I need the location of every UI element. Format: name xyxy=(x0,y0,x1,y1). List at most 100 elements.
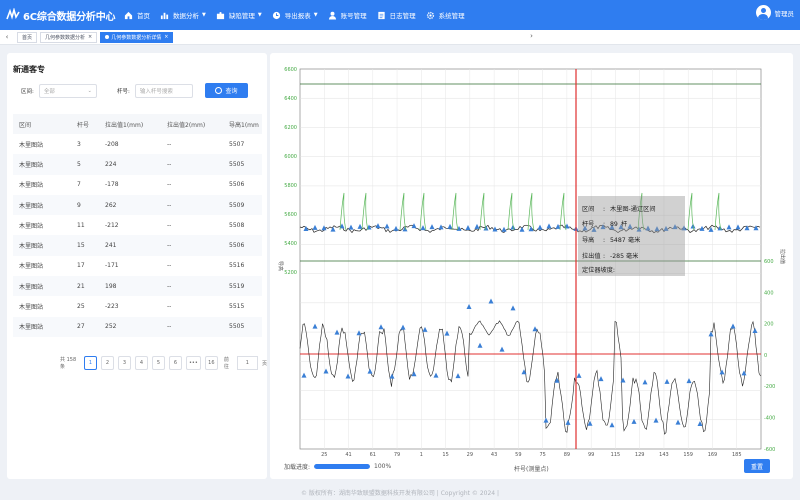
tab-geometry-analysis-detail[interactable]: 几何参数数据分析详情 × xyxy=(100,31,174,43)
x-tick-label: 89 xyxy=(564,452,570,458)
tooltip-locator-label: 定位器坡度: xyxy=(582,266,615,274)
tab-scroll-left-icon[interactable]: ‹ xyxy=(0,33,14,41)
nav-system-management[interactable]: 系统管理 xyxy=(426,10,465,20)
close-icon[interactable]: × xyxy=(88,34,92,40)
height-marker xyxy=(312,224,318,230)
close-icon[interactable]: × xyxy=(164,34,168,40)
tooltip-stagger-unit: 毫米 xyxy=(626,252,638,260)
stagger-line xyxy=(299,320,761,435)
table-row[interactable]: 木里图站 21 198 -- 5519 xyxy=(13,276,262,297)
pagination-page[interactable]: 1 xyxy=(83,356,97,370)
left-tick-label: 6600 xyxy=(284,67,297,73)
column-header-stagger-1[interactable]: 拉出值1(mm) xyxy=(99,114,161,134)
main-nav: 首页 数据分析 ▼ 缺陷管理 ▼ 导出报表 ▼ 账号管理 日志管理 系统管理 xyxy=(118,0,465,30)
table-row[interactable]: 木里图站 5 224 -- 5505 xyxy=(13,154,262,175)
chevron-down-icon: ▼ xyxy=(257,12,262,18)
tab-geometry-analysis-detail-label: 几何参数数据分析详情 xyxy=(111,34,162,41)
table-cell: 5509 xyxy=(223,194,262,216)
nav-account-management[interactable]: 账号管理 xyxy=(328,10,367,20)
section-select[interactable]: 全部 ⌄ xyxy=(38,84,97,98)
height-spike xyxy=(361,192,369,231)
tooltip-section-value: 木里图-通辽区间 xyxy=(610,205,656,213)
pagination-page[interactable]: 2 xyxy=(100,356,114,370)
table-row[interactable]: 木里图站 27 252 -- 5505 xyxy=(13,316,262,337)
table-cell: -208 xyxy=(105,140,119,148)
nav-defect-management-label: 缺陷管理 xyxy=(228,12,255,20)
stagger-marker xyxy=(301,372,307,378)
table-row[interactable]: 木里图站 3 -208 -- 5507 xyxy=(13,134,262,154)
left-tick-label: 5400 xyxy=(284,241,297,247)
nav-home[interactable]: 首页 xyxy=(124,10,150,20)
x-axis-title: 杆号(测量点) xyxy=(514,465,549,473)
column-header-section[interactable]: 区间 xyxy=(13,114,71,134)
table-cell: 5505 xyxy=(223,316,262,337)
bar-chart-icon xyxy=(160,12,169,19)
column-header-stagger-2[interactable]: 拉出值2(mm) xyxy=(161,114,223,134)
stagger-marker xyxy=(389,373,395,379)
table-row[interactable]: 木里图站 17 -171 -- 5516 xyxy=(13,256,262,276)
nav-log-management[interactable]: 日志管理 xyxy=(377,10,416,20)
stagger-marker xyxy=(598,376,604,382)
table-row[interactable]: 木里图站 15 241 -- 5506 xyxy=(13,235,262,256)
user-menu[interactable]: 管理员 xyxy=(755,5,794,20)
pagination-ellipsis[interactable]: ••• xyxy=(185,356,201,370)
table-cell: 5508 xyxy=(229,221,245,229)
table-cell: -171 xyxy=(105,262,119,270)
height-marker xyxy=(555,223,561,229)
stagger-marker xyxy=(576,372,582,378)
height-spike xyxy=(687,192,695,231)
pagination-page[interactable]: 16 xyxy=(204,356,218,370)
left-tick-label: 6400 xyxy=(284,96,297,102)
tab-bar: ‹ 首页 几何参数数据分析 × 几何参数数据分析详情 × › xyxy=(0,30,800,45)
table-cell: 木里图站 xyxy=(19,304,44,312)
table-row[interactable]: 木里图站 9 262 -- 5509 xyxy=(13,194,262,216)
stagger-marker xyxy=(653,417,659,423)
reset-button[interactable]: 重置 xyxy=(744,459,770,473)
table-cell: -- xyxy=(167,221,172,229)
nav-data-analysis[interactable]: 数据分析 ▼ xyxy=(160,10,206,20)
height-spike xyxy=(451,192,459,231)
stagger-marker xyxy=(664,378,670,384)
x-tick-label: 75 xyxy=(539,452,545,458)
tab-geometry-analysis-label: 几何参数数据分析 xyxy=(45,34,86,41)
table-row[interactable]: 木里图站 11 -212 -- 5508 xyxy=(13,215,262,235)
table-cell: -- xyxy=(167,140,172,148)
pagination-page[interactable]: 6 xyxy=(168,356,182,370)
pagination-page[interactable]: 4 xyxy=(134,356,148,370)
right-tick-label: -200 xyxy=(764,384,775,390)
height-marker xyxy=(393,225,399,231)
app-logo[interactable]: 6C综合数据分析中心 xyxy=(0,8,118,23)
table-cell: 198 xyxy=(99,276,161,297)
column-header-pole[interactable]: 杆号 xyxy=(71,114,99,134)
table-row[interactable]: 木里图站 7 -178 -- 5506 xyxy=(13,175,262,195)
tab-scroll-right-icon[interactable]: › xyxy=(270,32,793,40)
tab-home[interactable]: 首页 xyxy=(17,31,38,43)
pagination-goto-input[interactable]: 1 xyxy=(236,356,258,370)
pole-search-input[interactable]: 输入杆号搜索 xyxy=(134,84,193,98)
geometry-chart[interactable]: 6600 6400 6200 6000 5800 5600 5400 5200 600 400 2… xyxy=(270,53,793,479)
gear-icon xyxy=(426,11,434,19)
nav-export-report[interactable]: 导出报表 ▼ xyxy=(272,10,318,20)
table-cell: 5507 xyxy=(229,140,245,148)
pagination-page[interactable]: 3 xyxy=(117,356,131,370)
pagination-page[interactable]: 5 xyxy=(151,356,165,370)
stagger-marker xyxy=(345,373,351,379)
section-filter: 区间: 全部 ⌄ xyxy=(21,83,97,99)
nav-defect-management[interactable]: 缺陷管理 ▼ xyxy=(216,10,262,20)
query-button[interactable]: 查询 xyxy=(205,83,248,98)
table-cell: 9 xyxy=(71,194,99,216)
right-tick-label: 0 xyxy=(764,353,767,359)
table-cell: 252 xyxy=(99,316,161,337)
tab-geometry-analysis[interactable]: 几何参数数据分析 × xyxy=(40,31,98,43)
nav-home-label: 首页 xyxy=(137,12,150,20)
height-marker xyxy=(429,224,435,230)
active-dot-icon xyxy=(105,35,110,39)
column-header-height-1[interactable]: 导高1(mm xyxy=(223,114,262,134)
table-row[interactable]: 木里图站 25 -223 -- 5515 xyxy=(13,296,262,316)
nav-data-analysis-label: 数据分析 xyxy=(173,12,199,20)
table-cell: 木里图站 xyxy=(13,154,71,175)
x-tick-label: 1 xyxy=(420,452,423,458)
height-spike xyxy=(419,192,427,231)
table-cell: 3 xyxy=(77,140,81,148)
left-tick-label: 5200 xyxy=(284,270,297,276)
